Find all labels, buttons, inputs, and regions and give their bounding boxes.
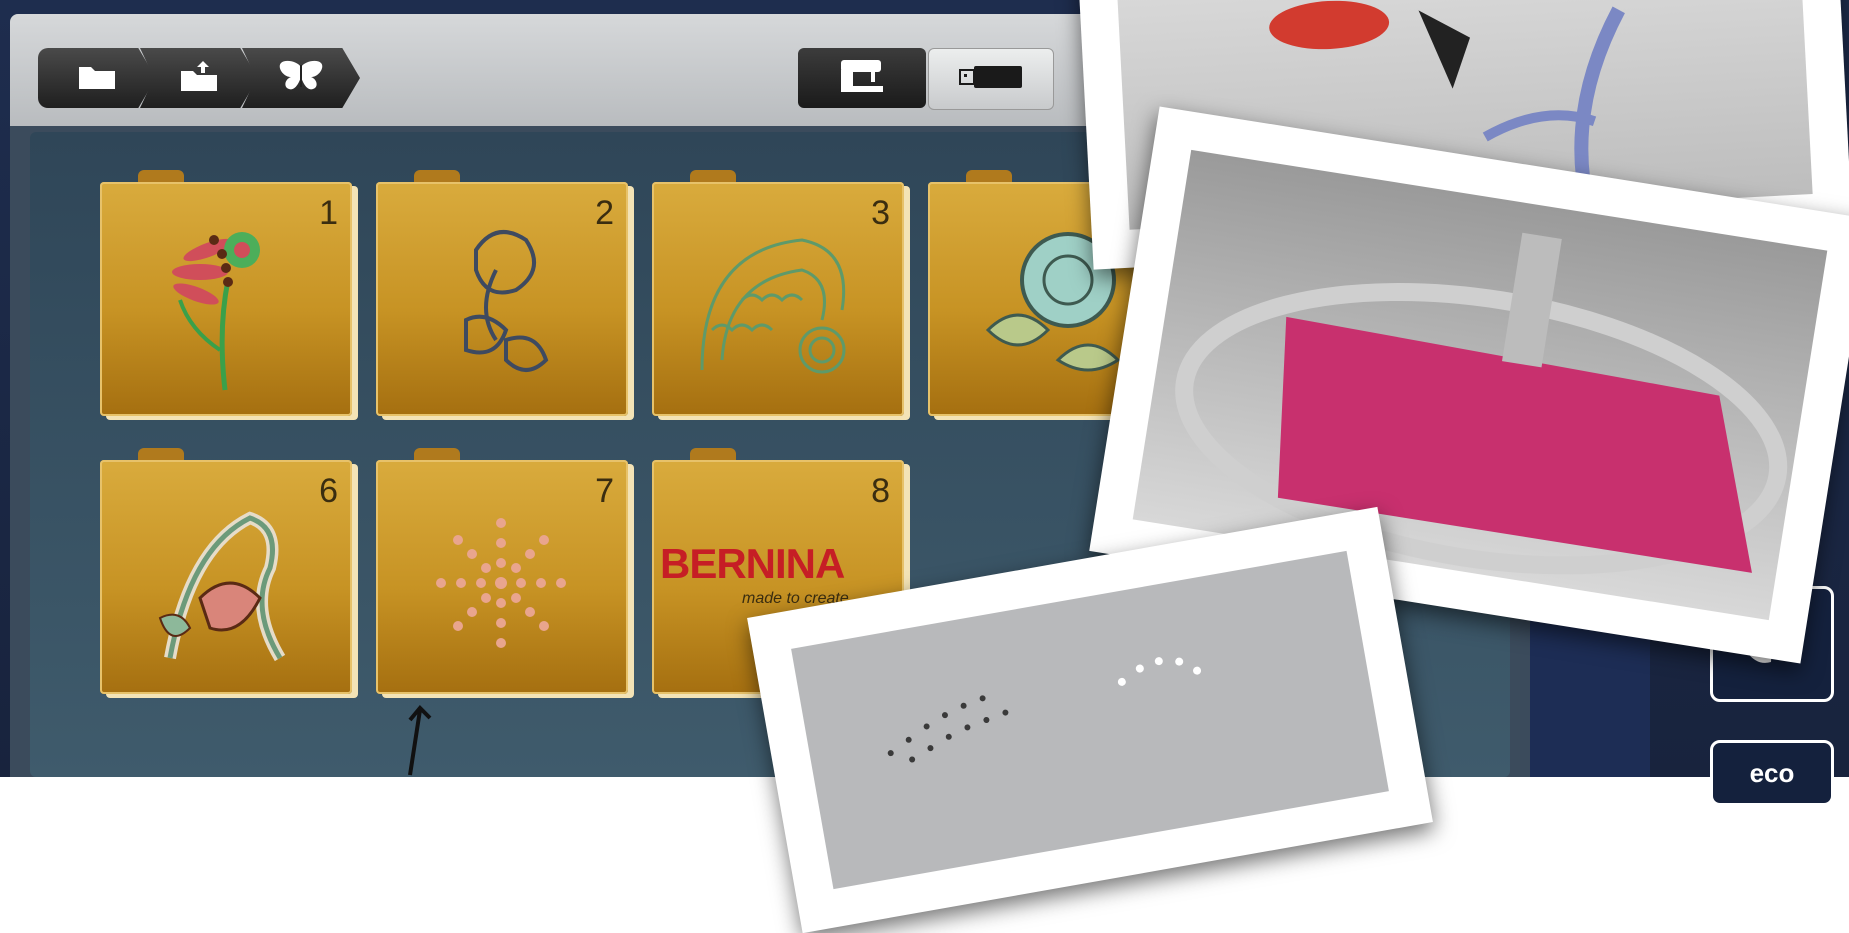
usb-stick-icon — [956, 62, 1026, 97]
folder-number: 2 — [595, 194, 614, 232]
folder-number: 6 — [319, 472, 338, 510]
folder-number: 7 — [595, 472, 614, 510]
crystal-burst-embroidery-icon — [436, 518, 566, 648]
eco-label: eco — [1749, 757, 1795, 788]
design-folder-3[interactable]: 3 — [652, 170, 904, 416]
flower-embroidery-icon — [172, 232, 260, 391]
quilt-feather-embroidery-icon — [700, 238, 846, 374]
hand-drawn-arrow-icon — [408, 705, 432, 776]
design-folder-2[interactable]: 2 — [376, 170, 628, 416]
paisley-letter-embroidery-icon — [158, 511, 286, 662]
folder-number: 3 — [871, 194, 890, 232]
folder-number: 1 — [319, 194, 338, 232]
leaf-flower-embroidery-icon — [464, 230, 549, 372]
breadcrumb-folder[interactable] — [38, 48, 156, 108]
folder-upload-icon — [179, 59, 219, 98]
breadcrumb-folder-upload[interactable] — [140, 48, 258, 108]
bernina-logo: BERNINA — [660, 540, 845, 587]
eco-button[interactable]: eco — [1710, 740, 1834, 806]
design-folder-7[interactable]: 7 — [376, 448, 628, 694]
folder-number: 8 — [871, 472, 890, 510]
folder-icon — [77, 61, 117, 96]
design-folder-6[interactable]: 6 — [100, 448, 352, 694]
breadcrumb-butterfly[interactable] — [242, 48, 360, 108]
usb-mode-toggle[interactable] — [928, 48, 1054, 110]
sewing-machine-icon — [837, 56, 887, 101]
butterfly-icon — [278, 59, 324, 98]
sewing-mode-toggle[interactable] — [798, 48, 926, 108]
design-folder-1[interactable]: 1 — [100, 170, 352, 416]
